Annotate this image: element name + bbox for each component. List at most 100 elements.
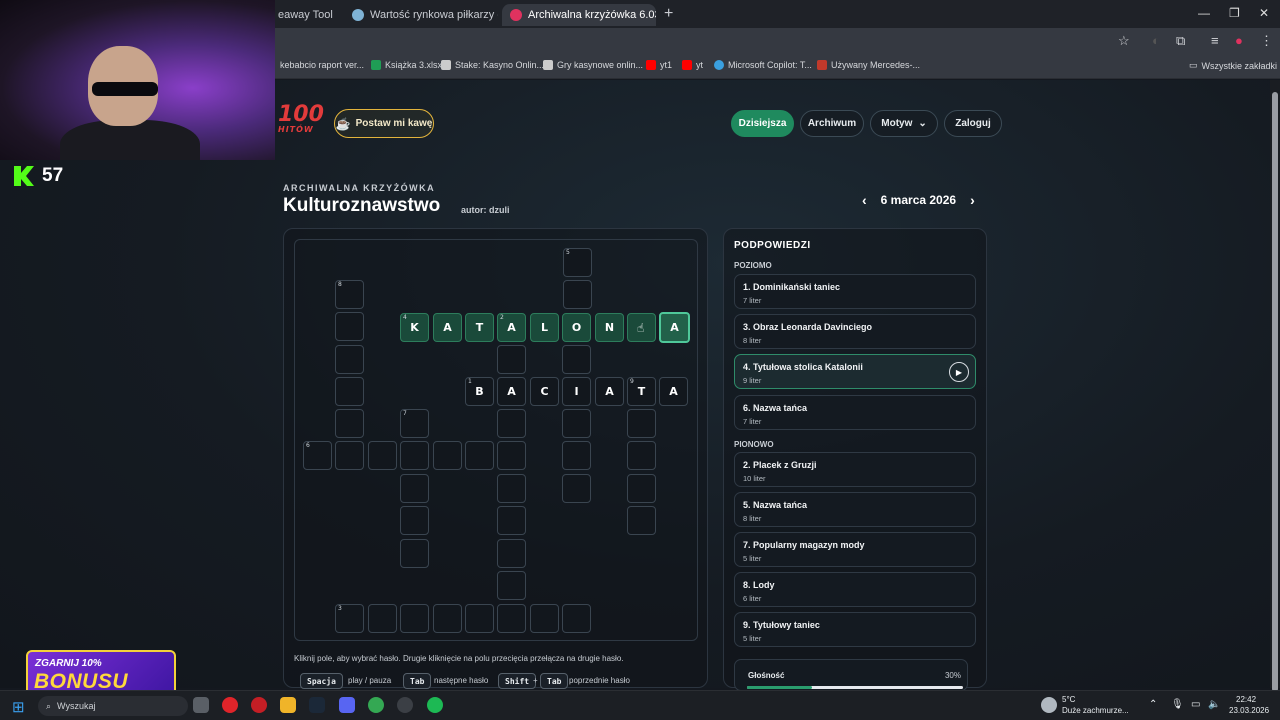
scrollbar[interactable]	[1270, 80, 1280, 692]
chrome-icon[interactable]	[368, 697, 384, 713]
volume-icon[interactable]: 🔈	[1208, 699, 1220, 710]
clue-item-selected[interactable]: 4. Tytułowa stolica Katalonii 9 liter ▶	[734, 354, 976, 389]
bookmark[interactable]: yt1	[646, 60, 672, 70]
crossword-cell[interactable]	[335, 409, 364, 438]
maximize-button[interactable]: ❐	[1229, 6, 1240, 20]
crossword-cell[interactable]	[497, 539, 526, 568]
browser-tab-active[interactable]: Archiwalna krzyżówka 6.03.202 ✕	[502, 4, 656, 26]
bookmark[interactable]: kebabcio raport ver...	[280, 60, 364, 70]
crossword-cell[interactable]	[562, 441, 591, 470]
chevron-up-icon[interactable]: ⌃	[1149, 699, 1157, 710]
crossword-cell[interactable]: 4K	[400, 313, 429, 342]
play-icon[interactable]: ▶	[949, 362, 969, 382]
media-icon[interactable]: ≡	[1211, 33, 1219, 48]
volume-slider[interactable]	[747, 686, 963, 689]
crossword-cell[interactable]	[530, 604, 559, 633]
site-logo[interactable]: 100 HITÓW	[278, 104, 324, 134]
opera-icon[interactable]	[222, 697, 238, 713]
nav-theme-dropdown[interactable]: Motyw ⌄	[870, 110, 938, 137]
crossword-cell[interactable]	[627, 441, 656, 470]
star-icon[interactable]: ☆	[1118, 33, 1130, 49]
browser-tab[interactable]: Wartość rynkowa piłkarzy - Qu ✕	[344, 4, 498, 26]
crossword-cell[interactable]: A	[433, 313, 462, 342]
crossword-cell[interactable]	[497, 604, 526, 633]
crossword-cell[interactable]	[497, 474, 526, 503]
buy-me-coffee-button[interactable]: ☕ Postaw mi kawę	[334, 109, 434, 138]
clue-item[interactable]: 9. Tytułowy taniec 5 liter	[734, 612, 976, 647]
crossword-cell[interactable]	[433, 604, 462, 633]
bookmark[interactable]: Używany Mercedes-...	[817, 60, 920, 70]
crossword-cell[interactable]: T	[465, 313, 494, 342]
crossword-cell[interactable]	[465, 604, 494, 633]
crossword-cell[interactable]	[497, 409, 526, 438]
crossword-cell-active[interactable]: A	[659, 312, 690, 343]
crossword-cell[interactable]	[627, 506, 656, 535]
new-tab-button[interactable]: +	[664, 5, 673, 23]
bookmark[interactable]: yt	[682, 60, 703, 70]
crossword-cell[interactable]: 9T	[627, 377, 656, 406]
crossword-cell[interactable]: 2A	[497, 313, 526, 342]
crossword-cell[interactable]	[335, 441, 364, 470]
crossword-cell[interactable]	[400, 441, 429, 470]
crossword-cell[interactable]	[562, 604, 591, 633]
crossword-cell[interactable]: O	[562, 313, 591, 342]
crossword-cell[interactable]	[335, 312, 364, 341]
crossword-cell[interactable]	[433, 441, 462, 470]
discord-icon[interactable]	[339, 697, 355, 713]
github-icon[interactable]	[397, 697, 413, 713]
crossword-cell[interactable]	[368, 604, 397, 633]
scrollbar-thumb[interactable]	[1272, 92, 1278, 692]
bookmark[interactable]: Książka 3.xlsx	[371, 60, 442, 70]
crossword-cell[interactable]	[400, 539, 429, 568]
menu-icon[interactable]: ⋮	[1260, 33, 1273, 49]
task-view-icon[interactable]	[193, 697, 209, 713]
crossword-cell[interactable]	[562, 409, 591, 438]
crossword-cell[interactable]	[497, 441, 526, 470]
crossword-cell[interactable]	[562, 345, 591, 374]
puzzle-icon[interactable]: ⧉	[1176, 33, 1185, 49]
nav-today-button[interactable]: Dzisiejsza	[731, 110, 794, 137]
crossword-cell[interactable]	[627, 409, 656, 438]
steam-icon[interactable]	[309, 697, 325, 713]
crossword-cell[interactable]: 3	[335, 604, 364, 633]
clue-item[interactable]: 7. Popularny magazyn mody 5 liter	[734, 532, 976, 567]
extension-icon[interactable]: ◐	[1152, 33, 1160, 48]
crossword-cell[interactable]: A	[659, 377, 688, 406]
crossword-cell[interactable]	[497, 345, 526, 374]
file-explorer-icon[interactable]	[280, 697, 296, 713]
crossword-cell[interactable]	[627, 474, 656, 503]
bookmark[interactable]: Stake: Kasyno Onlin...	[441, 60, 544, 70]
nav-login-button[interactable]: Zaloguj	[944, 110, 1002, 137]
crossword-cell[interactable]: A	[595, 377, 624, 406]
clue-item[interactable]: 3. Obraz Leonarda Davinciego 8 liter	[734, 314, 976, 349]
network-icon[interactable]: ▭	[1191, 699, 1200, 710]
crossword-cell[interactable]	[400, 604, 429, 633]
crossword-cell[interactable]	[368, 441, 397, 470]
crossword-cell[interactable]: I	[562, 377, 591, 406]
clue-item[interactable]: 8. Lody 6 liter	[734, 572, 976, 607]
crossword-cell[interactable]	[400, 506, 429, 535]
microphone-icon[interactable]: 🎙	[1171, 699, 1184, 710]
crossword-cell[interactable]	[335, 345, 364, 374]
crossword-cell[interactable]: 8	[335, 280, 364, 309]
crossword-cell[interactable]	[400, 474, 429, 503]
profile-icon[interactable]: ●	[1235, 33, 1243, 48]
clue-item[interactable]: 5. Nazwa tańca 8 liter	[734, 492, 976, 527]
crossword-cell[interactable]: ☝	[627, 313, 656, 342]
all-bookmarks[interactable]: ▭ Wszystkie zakładki	[1189, 60, 1277, 71]
clue-item[interactable]: 6. Nazwa tańca 7 liter	[734, 395, 976, 430]
crossword-cell[interactable]	[497, 571, 526, 600]
browser-tab[interactable]: eaway Tool	[270, 4, 342, 26]
crossword-cell[interactable]: 1B	[465, 377, 494, 406]
nav-archive-button[interactable]: Archiwum	[800, 110, 864, 137]
crossword-cell[interactable]: 5	[563, 248, 592, 277]
crossword-cell[interactable]: N	[595, 313, 624, 342]
crossword-cell[interactable]	[497, 506, 526, 535]
previous-day-button[interactable]: ‹	[862, 192, 867, 208]
close-window-button[interactable]: ✕	[1259, 6, 1269, 20]
crossword-cell[interactable]	[335, 377, 364, 406]
opera-gx-icon[interactable]	[251, 697, 267, 713]
windows-start-icon[interactable]: ⊞	[12, 698, 25, 716]
next-day-button[interactable]: ›	[970, 192, 975, 208]
spotify-icon[interactable]	[427, 697, 443, 713]
